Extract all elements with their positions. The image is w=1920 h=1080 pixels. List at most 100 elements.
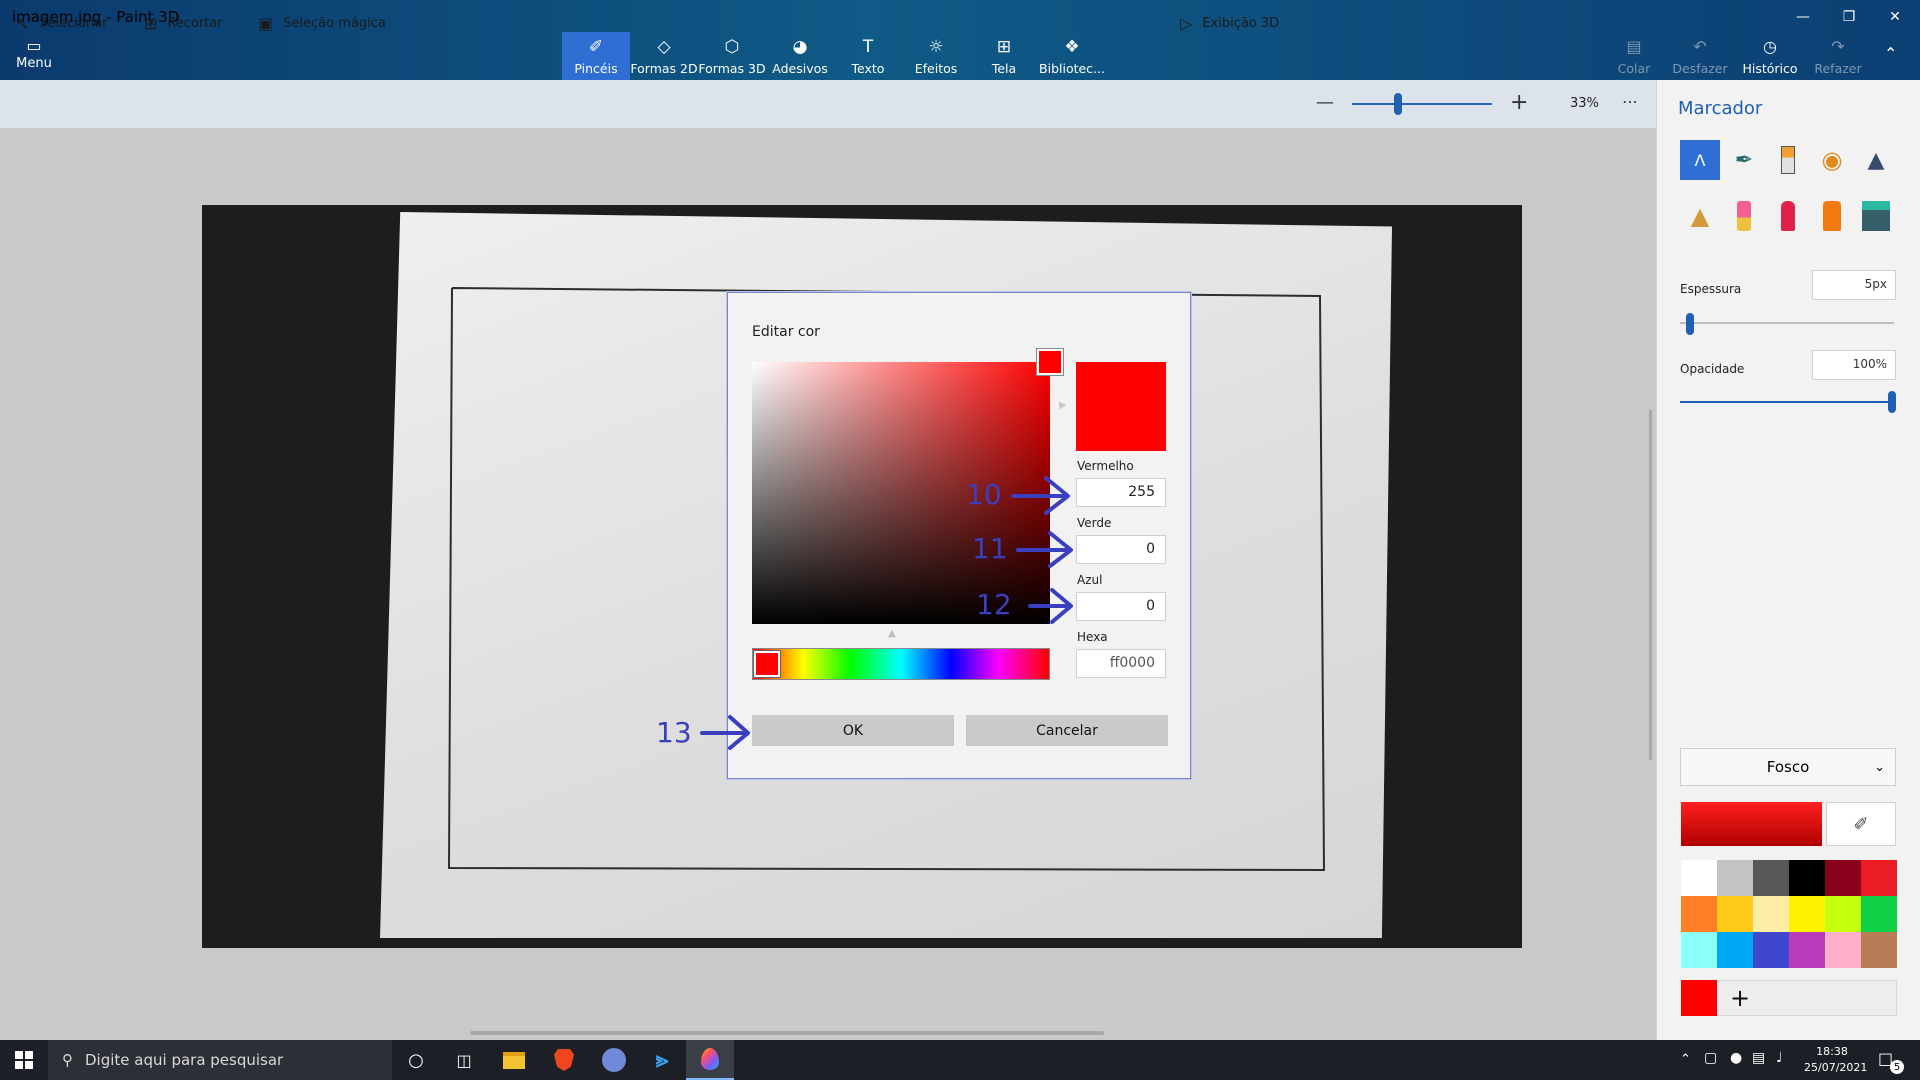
eyedropper-button[interactable]: ✐ bbox=[1826, 802, 1896, 846]
palette-swatch[interactable] bbox=[1681, 932, 1717, 968]
color-preview bbox=[1076, 362, 1166, 451]
show-hidden-icons-button[interactable]: ⌃ bbox=[1680, 1052, 1691, 1067]
start-button[interactable] bbox=[0, 1040, 48, 1080]
palette-swatch[interactable] bbox=[1753, 932, 1789, 968]
minimize-button[interactable]: — bbox=[1780, 2, 1826, 32]
undo-button[interactable]: ↶ Desfazer bbox=[1665, 32, 1735, 80]
tool-effects[interactable]: ☼ Efeitos bbox=[902, 32, 970, 80]
crop-label: Recortar bbox=[167, 16, 223, 31]
zoom-in-button[interactable]: + bbox=[1510, 90, 1528, 115]
cortana-button[interactable]: ○ bbox=[392, 1040, 440, 1080]
calligraphy-pen-brush[interactable]: ✒ bbox=[1724, 140, 1764, 180]
tool-library[interactable]: ❖ Bibliotec... bbox=[1038, 32, 1106, 80]
palette-swatch[interactable] bbox=[1861, 896, 1897, 932]
search-icon: ⚲ bbox=[62, 1051, 73, 1069]
horizontal-scrollbar[interactable] bbox=[470, 1031, 1104, 1035]
volume-icon[interactable]: ♩ bbox=[1776, 1050, 1783, 1066]
marker-brush[interactable]: Λ bbox=[1680, 140, 1720, 180]
cancel-button[interactable]: Cancelar bbox=[966, 715, 1168, 746]
zoom-slider[interactable] bbox=[1352, 103, 1492, 105]
hue-slider-handle[interactable] bbox=[754, 651, 780, 677]
meet-now-icon[interactable]: ▢ bbox=[1704, 1050, 1717, 1066]
crop-button[interactable]: ⊞ Recortar bbox=[144, 14, 223, 33]
tool-text[interactable]: T Texto bbox=[834, 32, 902, 80]
palette-swatch[interactable] bbox=[1789, 932, 1825, 968]
palette-swatch[interactable] bbox=[1825, 896, 1861, 932]
tool-stickers[interactable]: ◕ Adesivos bbox=[766, 32, 834, 80]
green-input[interactable]: 0 bbox=[1076, 535, 1166, 564]
palette-swatch[interactable] bbox=[1717, 932, 1753, 968]
palette-swatch[interactable] bbox=[1789, 860, 1825, 896]
tool-2d-shapes[interactable]: ◇ Formas 2D bbox=[630, 32, 698, 80]
pencil-brush[interactable]: ▲ bbox=[1680, 196, 1720, 236]
tool-brushes[interactable]: ✐ Pincéis bbox=[562, 32, 630, 80]
palette-swatch[interactable] bbox=[1789, 896, 1825, 932]
palette-swatch[interactable] bbox=[1681, 896, 1717, 932]
more-options-button[interactable]: ⋯ bbox=[1622, 92, 1639, 111]
zoom-level: 33% bbox=[1570, 96, 1599, 111]
blue-input[interactable]: 0 bbox=[1076, 592, 1166, 621]
network-icon[interactable]: ▤ bbox=[1752, 1050, 1765, 1066]
file-explorer-app[interactable] bbox=[490, 1040, 538, 1080]
palette-swatch[interactable] bbox=[1861, 932, 1897, 968]
opacity-slider-thumb[interactable] bbox=[1888, 391, 1896, 413]
current-color-swatch[interactable] bbox=[1681, 802, 1822, 846]
palette-swatch[interactable] bbox=[1753, 896, 1789, 932]
close-button[interactable]: ✕ bbox=[1872, 2, 1918, 32]
thickness-slider-thumb[interactable] bbox=[1686, 313, 1694, 335]
hue-slider[interactable] bbox=[752, 648, 1050, 680]
ok-button[interactable]: OK bbox=[752, 715, 954, 746]
opacity-field[interactable]: 100% bbox=[1812, 350, 1896, 380]
menu-button[interactable]: ▭ Menu bbox=[8, 36, 60, 76]
spray-can-brush[interactable] bbox=[1812, 196, 1852, 236]
custom-color-swatch[interactable] bbox=[1681, 980, 1717, 1016]
task-view-button[interactable]: ◫ bbox=[440, 1040, 488, 1080]
clock[interactable]: 18:38 25/07/2021 bbox=[1804, 1044, 1867, 1076]
add-color-button[interactable]: + bbox=[1722, 980, 1758, 1016]
collapse-ribbon-icon[interactable]: ⌃ bbox=[1884, 44, 1897, 63]
tool-canvas[interactable]: ⊞ Tela bbox=[970, 32, 1038, 80]
eraser-brush[interactable] bbox=[1724, 196, 1764, 236]
vscode-app[interactable]: ⪢ bbox=[638, 1040, 686, 1080]
zoom-slider-thumb[interactable] bbox=[1394, 93, 1403, 115]
color-spectrum[interactable] bbox=[752, 362, 1050, 624]
brave-app[interactable] bbox=[540, 1040, 588, 1080]
history-button[interactable]: ◷ Histórico bbox=[1735, 32, 1805, 80]
thickness-slider[interactable] bbox=[1680, 322, 1894, 324]
oil-brush[interactable] bbox=[1768, 140, 1808, 180]
triangle-up-icon: ▲ bbox=[888, 628, 896, 639]
view-3d-button[interactable]: ▷ Exibição 3D bbox=[1180, 14, 1279, 33]
notification-badge: 5 bbox=[1890, 1060, 1904, 1074]
hex-input[interactable]: ff0000 bbox=[1076, 649, 1166, 678]
spectrum-selector-handle[interactable] bbox=[1037, 349, 1063, 375]
finish-dropdown[interactable]: Fosco ⌄ bbox=[1680, 748, 1896, 786]
magic-select-button[interactable]: ▣ Seleção mágica bbox=[258, 14, 386, 33]
palette-swatch[interactable] bbox=[1825, 860, 1861, 896]
zoom-out-button[interactable]: — bbox=[1316, 92, 1334, 113]
restore-button[interactable]: ❐ bbox=[1826, 2, 1872, 32]
taskbar-search[interactable]: ⚲ Digite aqui para pesquisar bbox=[48, 1040, 392, 1080]
palette-swatch[interactable] bbox=[1861, 860, 1897, 896]
palette-swatch[interactable] bbox=[1717, 896, 1753, 932]
palette-swatch[interactable] bbox=[1717, 860, 1753, 896]
paste-button[interactable]: ▤ Colar bbox=[1599, 32, 1669, 80]
thickness-field[interactable]: 5px bbox=[1812, 270, 1896, 300]
fill-bucket-brush[interactable] bbox=[1856, 196, 1896, 236]
palette-swatch[interactable] bbox=[1825, 932, 1861, 968]
redo-button[interactable]: ↷ Refazer bbox=[1803, 32, 1873, 80]
red-input[interactable]: 255 bbox=[1076, 478, 1166, 507]
microphone-icon[interactable]: ● bbox=[1730, 1050, 1742, 1066]
paint3d-app[interactable] bbox=[686, 1040, 734, 1080]
red-label: Vermelho bbox=[1077, 459, 1134, 473]
palette-swatch[interactable] bbox=[1753, 860, 1789, 896]
discord-app[interactable] bbox=[590, 1040, 638, 1080]
crayon-brush[interactable] bbox=[1768, 196, 1808, 236]
pixel-pen-brush[interactable]: ▲ bbox=[1856, 140, 1896, 180]
tool-3d-shapes[interactable]: ⬡ Formas 3D bbox=[698, 32, 766, 80]
canvas-icon: ⊞ bbox=[996, 36, 1012, 57]
vertical-scrollbar[interactable] bbox=[1649, 410, 1652, 760]
select-button[interactable]: ↖ Selecionar bbox=[16, 14, 108, 33]
watercolor-brush[interactable]: ◉ bbox=[1812, 140, 1852, 180]
opacity-slider[interactable] bbox=[1680, 401, 1894, 403]
palette-swatch[interactable] bbox=[1681, 860, 1717, 896]
